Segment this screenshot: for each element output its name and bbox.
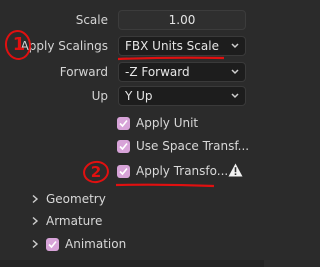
annotation-mark-1: 1 bbox=[12, 34, 26, 55]
annotation-underline-2 bbox=[115, 183, 215, 188]
annotation-underline-1 bbox=[117, 56, 225, 61]
annotation-overlay bbox=[4, 30, 225, 188]
annotation-mark-2: 2 bbox=[90, 163, 102, 181]
